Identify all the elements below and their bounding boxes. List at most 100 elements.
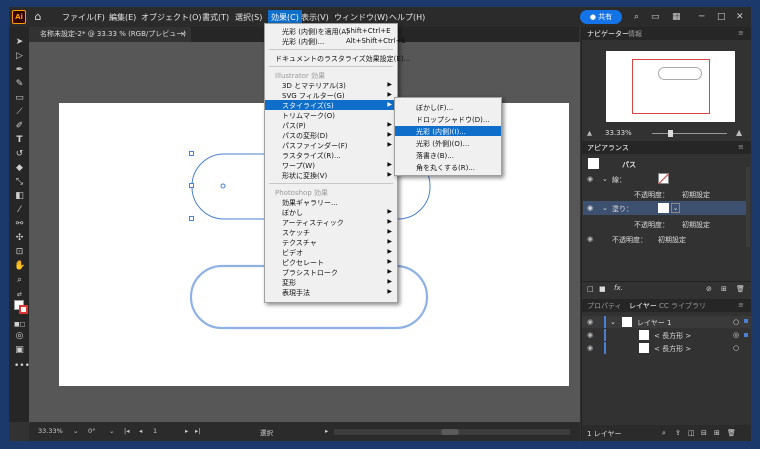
gradient-tool-icon[interactable]: ◧ — [14, 191, 25, 202]
color-mode-icon[interactable]: ■□ — [14, 319, 25, 330]
menu-item[interactable]: パスの変形(D) ▶ — [265, 130, 397, 140]
draw-mode-icon[interactable]: ◎ — [14, 331, 25, 342]
tab-info[interactable]: 情報 — [628, 29, 642, 39]
eraser-tool-icon[interactable]: ◆ — [14, 163, 25, 174]
artboard-tool-icon[interactable]: ⊡ — [14, 247, 25, 258]
layer-target-icon[interactable]: ○ — [733, 318, 739, 326]
menu-item[interactable]: ビデオ ▶ — [265, 247, 397, 257]
object-visibility-icon[interactable]: ◉ — [587, 235, 593, 243]
next-artboard-icon[interactable]: ▸ — [185, 427, 188, 435]
item-target-icon[interactable]: ○ — [733, 344, 739, 352]
item-visibility-icon[interactable]: ◉ — [587, 331, 593, 339]
prev-artboard-icon[interactable]: ◂ — [139, 427, 142, 435]
menu-item[interactable]: 変形 ▶ — [265, 277, 397, 287]
search-icon[interactable]: ⌕ — [634, 11, 639, 23]
menu-file[interactable]: ファイル(F) — [62, 12, 105, 23]
curvature-tool-icon[interactable]: ✎ — [14, 79, 25, 90]
rotation-dropdown-icon[interactable]: ⌄ — [109, 427, 114, 435]
appearance-menu-icon[interactable]: ≡ — [738, 143, 744, 151]
menu-item[interactable]: 表現手法 ▶ — [265, 287, 397, 297]
stroke-expand-icon[interactable]: ⌄ — [602, 175, 608, 183]
brush-tool-icon[interactable]: ⟋ — [14, 107, 25, 118]
zoom-level[interactable]: 33.33% — [38, 427, 63, 435]
new-layer-icon[interactable]: ⊞ — [714, 429, 720, 437]
menu-item[interactable]: 光彩 (内側)を適用(A) Shift+Ctrl+E — [265, 26, 397, 36]
item-target-icon[interactable]: ◎ — [733, 331, 739, 339]
zoom-out-icon[interactable]: ▲ — [587, 129, 592, 137]
menu-item[interactable]: ドロップシャドウ(D)... — [395, 114, 501, 124]
menu-help[interactable]: ヘルプ(H) — [389, 12, 425, 23]
layer-item-row[interactable]: ◉ < 長方形 > ○ — [582, 342, 751, 354]
menu-item[interactable]: SVG フィルター(G) ▶ — [265, 90, 397, 100]
blend-tool-icon[interactable]: ⚯ — [14, 219, 25, 230]
handle-bottom-left[interactable] — [189, 216, 194, 221]
menu-type[interactable]: 書式(T) — [202, 12, 229, 23]
pen-tool-icon[interactable]: ✒ — [14, 65, 25, 76]
new-sublayer-icon[interactable]: ⊟ — [701, 429, 707, 437]
item-name[interactable]: < 長方形 > — [654, 344, 691, 354]
rotate-tool-icon[interactable]: ↺ — [14, 149, 25, 160]
close-tab-icon[interactable]: × — [180, 27, 186, 42]
clipping-mask-icon[interactable]: ◫ — [688, 429, 695, 437]
zoom-in-icon[interactable]: ▲ — [736, 128, 742, 137]
menu-item[interactable]: 光彩 (外側)(O)... — [395, 138, 501, 148]
workspace-icon[interactable]: ▭ — [651, 11, 660, 23]
menu-item[interactable]: ラスタライズ(R)... — [265, 150, 397, 160]
artboard-number[interactable]: 1 — [153, 427, 157, 435]
layer-expand-icon[interactable]: ⌄ — [610, 318, 616, 326]
menu-item[interactable]: ピクセレート ▶ — [265, 257, 397, 267]
menu-item[interactable]: アーティスティック ▶ — [265, 217, 397, 227]
menu-item[interactable]: パス(P) ▶ — [265, 120, 397, 130]
navigator-slider-thumb[interactable] — [668, 130, 673, 137]
minimize-icon[interactable]: ─ — [699, 11, 704, 23]
menu-item[interactable]: 3D とマテリアル(3) ▶ — [265, 80, 397, 90]
navigator-zoom-slider[interactable] — [652, 130, 727, 137]
delete-layer-icon[interactable]: 🗑 — [727, 429, 736, 437]
layer-visibility-icon[interactable]: ◉ — [587, 318, 593, 326]
type-tool-icon[interactable]: T — [14, 135, 25, 146]
menu-item[interactable]: 形状に変換(V) ▶ — [265, 170, 397, 180]
fill-row-selected[interactable]: ◉ ⌄ 塗り： ⌄ — [583, 201, 749, 215]
delete-item-icon[interactable]: 🗑 — [736, 285, 745, 293]
fill-expand-icon[interactable]: ⌄ — [602, 204, 608, 212]
symbol-sprayer-icon[interactable]: ✣ — [14, 233, 25, 244]
object-opacity-value[interactable]: 初期設定 — [658, 235, 686, 245]
layer-row[interactable]: ◉ ⌄ レイヤー 1 ○ — [582, 316, 751, 328]
find-icon[interactable]: ⌕ — [662, 429, 666, 438]
document-tab[interactable]: 名称未設定-2* @ 33.33 % (RGB/プレビュー) × — [29, 27, 191, 42]
first-artboard-icon[interactable]: |◂ — [124, 427, 129, 435]
menu-edit[interactable]: 編集(E) — [109, 12, 136, 23]
tab-cc-libraries[interactable]: CC ライブラリ — [659, 301, 706, 311]
tab-layers[interactable]: レイヤー — [629, 301, 657, 311]
clear-appearance-icon[interactable]: ⊘ — [706, 285, 712, 293]
eyedropper-tool-icon[interactable]: ⁄ — [14, 205, 25, 216]
screen-mode-icon[interactable]: ▣ — [14, 345, 25, 356]
horizontal-scrollbar[interactable] — [334, 429, 570, 435]
menu-item[interactable]: ワープ(W) ▶ — [265, 160, 397, 170]
fill-visibility-icon[interactable]: ◉ — [587, 204, 593, 212]
last-artboard-icon[interactable]: ▸| — [195, 427, 200, 435]
scrollbar-thumb[interactable] — [441, 429, 459, 435]
menu-item-stylize[interactable]: スタイライズ(S) ▶ — [265, 100, 397, 110]
more-tools-icon[interactable]: ••• — [14, 361, 30, 372]
new-fill-icon[interactable]: ■ — [599, 285, 606, 293]
handle-top-left[interactable] — [189, 151, 194, 156]
selection-tool-icon[interactable]: ➤ — [14, 37, 25, 48]
add-effect-button[interactable]: fx. — [614, 284, 623, 292]
fill-opacity-value[interactable]: 初期設定 — [682, 220, 710, 230]
tab-properties[interactable]: プロパティ — [587, 301, 622, 311]
maximize-icon[interactable]: □ — [717, 11, 726, 23]
stroke-opacity-value[interactable]: 初期設定 — [682, 190, 710, 200]
layer-name[interactable]: レイヤー 1 — [637, 318, 671, 328]
item-name[interactable]: < 長方形 > — [654, 331, 691, 341]
panel-menu-icon[interactable]: ≡ — [738, 29, 744, 37]
swap-colors-icon[interactable]: ⇄ — [14, 289, 25, 300]
navigator-preview[interactable] — [606, 51, 735, 122]
fill-dropdown-icon[interactable]: ⌄ — [671, 203, 680, 213]
appearance-scrollbar[interactable] — [746, 167, 750, 247]
menu-item[interactable]: トリムマーク(O) — [265, 110, 397, 120]
home-icon[interactable]: ⌂ — [31, 10, 45, 24]
direct-selection-tool-icon[interactable]: ▷ — [14, 51, 25, 62]
menu-item[interactable]: 落書き(B)... — [395, 150, 501, 160]
menu-select[interactable]: 選択(S) — [235, 12, 262, 23]
